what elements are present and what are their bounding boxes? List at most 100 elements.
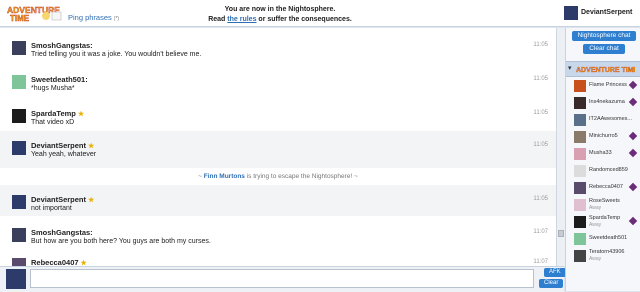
user-status: Away [589, 205, 602, 211]
message-username[interactable]: SpardaTemp ★ [31, 109, 84, 118]
user-list-item[interactable]: Ins4nekazuma [566, 95, 640, 112]
ping-phrases-label[interactable]: Ping phrases [68, 13, 112, 22]
message-time: 11:05 [533, 42, 548, 48]
room-button[interactable]: Nightosphere chat [572, 31, 636, 41]
message-avatar[interactable] [12, 258, 26, 266]
user-avatar [574, 182, 586, 194]
user-name: Minichurro5 [589, 133, 618, 139]
user-list-item[interactable]: Randomced859 [566, 163, 640, 180]
user-avatar [574, 114, 586, 126]
topic-rest: or suffer the consequences. [258, 16, 352, 23]
alert-user[interactable]: Finn Murtons [204, 173, 245, 180]
adventure-time-logo: ADVENTURE TIME [7, 5, 62, 22]
chat-message: Rebecca0407 ★ 11:07 [0, 248, 556, 266]
user-list-item[interactable]: Minichurro5 [566, 129, 640, 146]
username-text[interactable]: Rebecca0407 [31, 258, 79, 266]
message-avatar[interactable] [12, 75, 26, 89]
chat-message: SpardaTemp ★ That video xD 11:05 [0, 99, 556, 130]
ping-phrases-link[interactable]: Ping phrases (*) [68, 13, 119, 22]
alert-text: is trying to escape the Nightosphere! [246, 173, 353, 180]
message-time: 11:05 [533, 142, 548, 148]
room-row[interactable]: ▾ ADVENTURE TIME [566, 61, 640, 77]
message-time: 11:05 [533, 196, 548, 202]
chat-message: DeviantSerpent ★ not important 11:05 [0, 185, 556, 216]
current-user-box[interactable]: DeviantSerpent [564, 6, 638, 22]
message-username[interactable]: SmoshGangstas: [31, 41, 93, 50]
user-list-item[interactable]: Sweetdeath501 [566, 231, 640, 248]
user-list-item[interactable]: Musha33 [566, 146, 640, 163]
user-name: SpardaTemp [589, 215, 621, 221]
message-username[interactable]: Sweetdeath501: [31, 75, 88, 84]
user-avatar [574, 80, 586, 92]
alert-suffix: ~ [354, 173, 358, 180]
message-avatar[interactable] [12, 109, 26, 123]
message-avatar[interactable] [12, 195, 26, 209]
user-avatar [574, 97, 586, 109]
message-avatar[interactable] [12, 228, 26, 242]
message-time: 11:07 [533, 229, 548, 235]
user-status: Away [589, 222, 602, 228]
user-name: Rebecca0407 [589, 184, 623, 190]
user-list-item[interactable]: SpardaTemp Away [566, 214, 640, 231]
user-avatar [574, 148, 586, 160]
chat-message: SmoshGangstas: Tried telling you it was … [0, 31, 556, 62]
username-text[interactable]: DeviantSerpent [31, 195, 86, 204]
user-avatar [574, 165, 586, 177]
afk-button[interactable]: AFK [544, 268, 566, 277]
message-text: not important [31, 205, 72, 212]
chat-log[interactable]: SmoshGangstas: Tried telling you it was … [0, 28, 556, 266]
message-username[interactable]: DeviantSerpent ★ [31, 195, 94, 204]
ping-phrases-ext: (*) [113, 16, 120, 22]
chat-topic: You are now in the Nightosphere. Read th… [175, 5, 385, 25]
message-time: 11:05 [533, 110, 548, 116]
input-bar: AFK Clear [0, 266, 566, 292]
diamond-icon [628, 216, 638, 226]
rules-link[interactable]: the rules [227, 16, 256, 23]
user-list-item[interactable]: IT2AAwesomes... [566, 112, 640, 129]
current-user-avatar [564, 6, 578, 20]
user-name: Musha33 [589, 150, 612, 156]
chat-message: Sweetdeath501: *hugs Musha* 11:05 [0, 65, 556, 96]
user-list-rail: Nightosphere chat Clear chat ▾ ADVENTURE… [565, 28, 640, 291]
user-name: IT2AAwesomes... [589, 116, 632, 122]
message-text: But how are you both here? You guys are … [31, 238, 211, 245]
message-time: 11:05 [533, 76, 548, 82]
topic-line-2: Read the rules or suffer the consequence… [175, 15, 385, 25]
user-avatar [574, 250, 586, 262]
user-avatar [574, 216, 586, 228]
clear-chat-button[interactable]: Clear chat [583, 44, 625, 54]
diamond-icon [628, 97, 638, 107]
message-avatar[interactable] [12, 41, 26, 55]
collapse-arrow-icon[interactable]: ▾ [568, 64, 572, 72]
user-list-item[interactable]: Teratorn43906 Away [566, 248, 640, 265]
topic-line-1: You are now in the Nightosphere. [224, 6, 336, 13]
user-list-item[interactable]: RoseSweets Away [566, 197, 640, 214]
alert-prefix: ~ [198, 173, 202, 180]
username-text[interactable]: DeviantSerpent [31, 141, 86, 150]
user-name: Randomced859 [589, 167, 628, 173]
star-icon: ★ [77, 111, 85, 118]
message-avatar[interactable] [12, 141, 26, 155]
chat-scrollbar[interactable] [556, 28, 565, 266]
message-input[interactable] [30, 269, 534, 288]
user-avatar [574, 199, 586, 211]
message-text: Yeah yeah, whatever [31, 151, 97, 158]
username-text[interactable]: SmoshGangstas: [31, 41, 93, 50]
svg-text:ADVENTURE TIME: ADVENTURE TIME [576, 67, 635, 74]
clear-button[interactable]: Clear [539, 279, 564, 288]
message-username[interactable]: Rebecca0407 ★ [31, 258, 87, 266]
username-text[interactable]: SmoshGangstas: [31, 228, 93, 237]
message-username[interactable]: SmoshGangstas: [31, 228, 93, 237]
message-username[interactable]: DeviantSerpent ★ [31, 141, 94, 150]
message-text: *hugs Musha* [31, 85, 75, 92]
user-avatar [574, 131, 586, 143]
user-name: Ins4nekazuma [589, 99, 625, 105]
user-list-item[interactable]: Rebecca0407 [566, 180, 640, 197]
svg-text:TIME: TIME [10, 14, 30, 22]
chat-message: SmoshGangstas: But how are you both here… [0, 218, 556, 249]
user-name: Flame Princess [589, 82, 627, 88]
username-text[interactable]: Sweetdeath501: [31, 75, 88, 84]
scroll-thumb[interactable] [558, 230, 564, 237]
username-text[interactable]: SpardaTemp [31, 109, 76, 118]
user-list-item[interactable]: Flame Princess [566, 78, 640, 95]
